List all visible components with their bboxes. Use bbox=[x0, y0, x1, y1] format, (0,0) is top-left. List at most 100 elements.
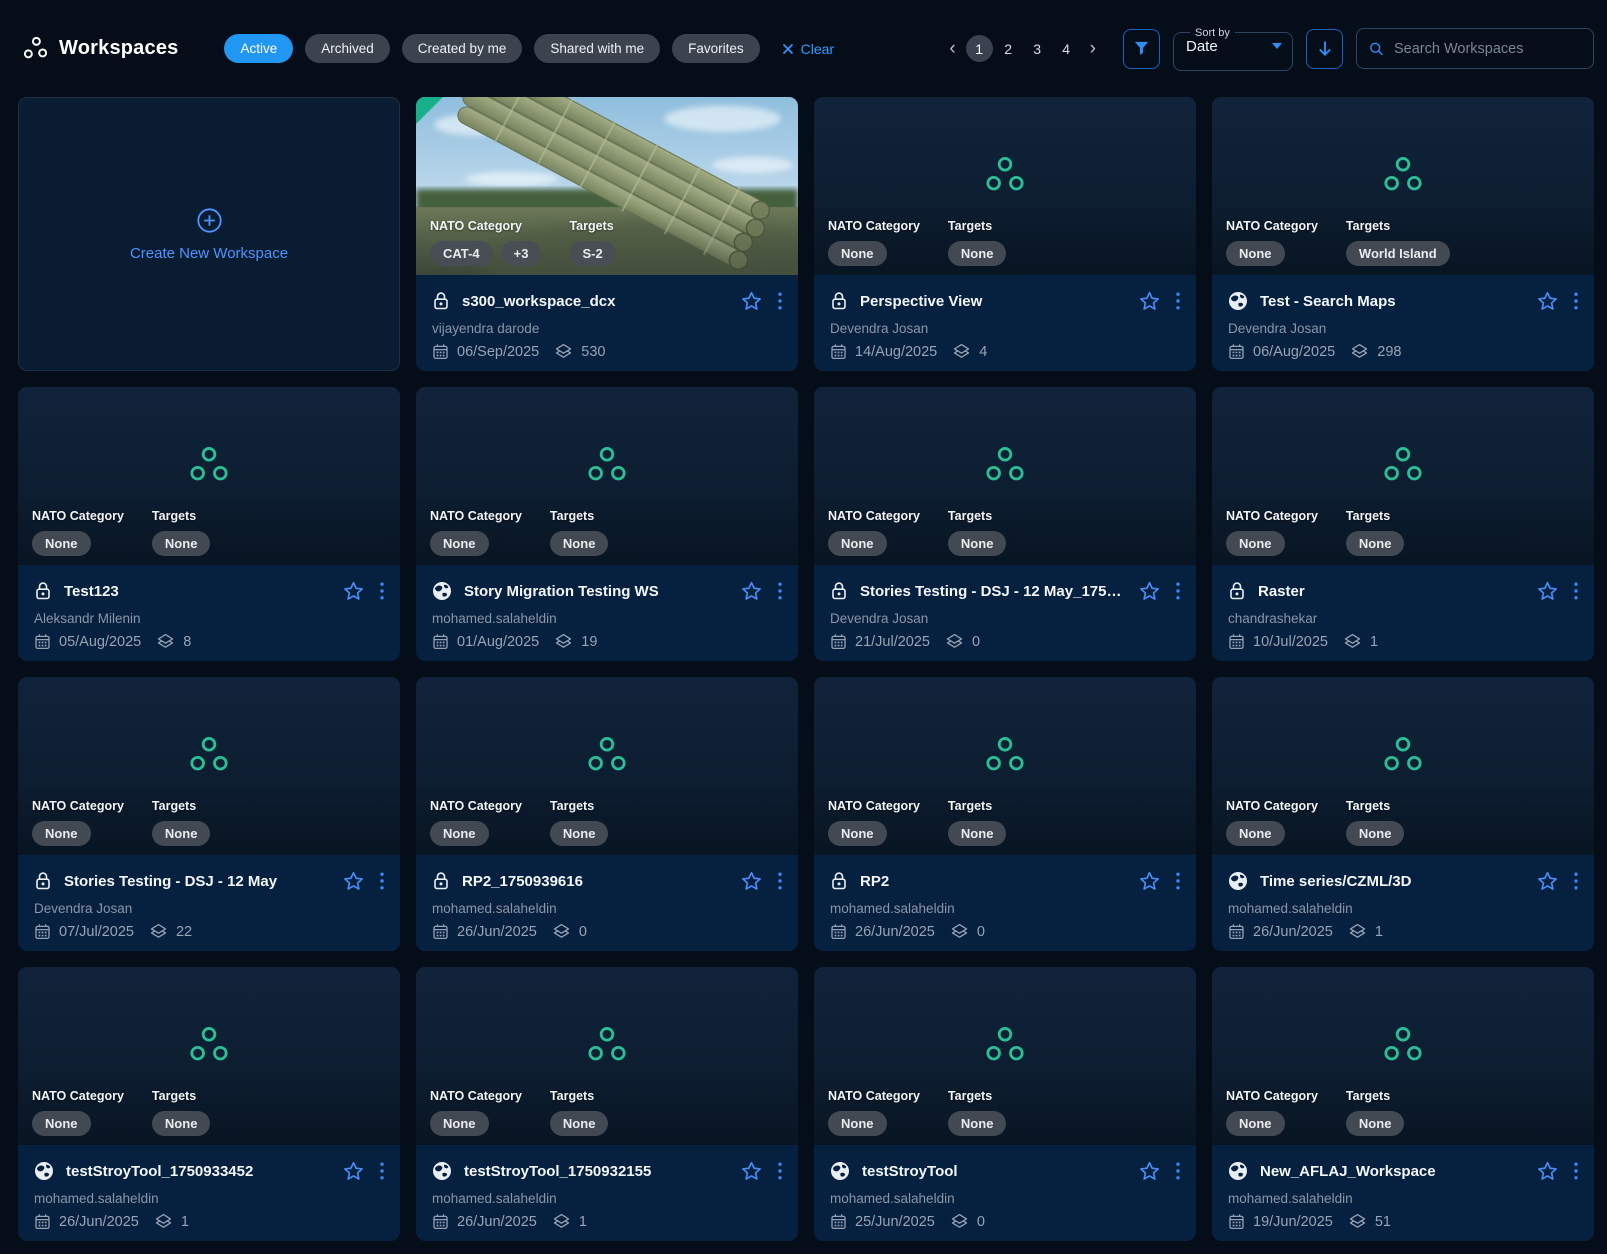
workspace-logo-watermark bbox=[189, 735, 230, 772]
workspace-preview: NATO Category None Targets None bbox=[1212, 967, 1594, 1145]
filter-pill-favorites[interactable]: Favorites bbox=[672, 34, 760, 64]
layers-stack-icon bbox=[1348, 923, 1367, 940]
workspace-card[interactable]: NATO Category None Targets None bbox=[1212, 677, 1594, 951]
workspace-card-footer: Stories Testing - DSJ - 12 May Devendra … bbox=[18, 855, 400, 940]
workspace-card[interactable]: NATO Category None Targets None bbox=[814, 967, 1196, 1241]
page-button-4[interactable]: 4 bbox=[1053, 35, 1080, 62]
kebab-menu-button[interactable] bbox=[1572, 290, 1580, 312]
workspace-card-footer: Perspective View Devendra Josan bbox=[814, 275, 1196, 360]
kebab-menu-button[interactable] bbox=[776, 870, 784, 892]
lock-icon bbox=[432, 291, 450, 311]
filter-pill-created-by-me[interactable]: Created by me bbox=[402, 34, 523, 64]
preview-badges: NATO Category None Targets World Island bbox=[1226, 219, 1450, 266]
workspace-card[interactable]: NATO Category None Targets None bbox=[814, 97, 1196, 371]
kebab-menu-button[interactable] bbox=[1174, 1160, 1182, 1182]
nato-badges: None bbox=[828, 1111, 920, 1136]
workspace-card[interactable]: NATO Category None Targets None bbox=[18, 387, 400, 661]
filter-pill-shared-with-me[interactable]: Shared with me bbox=[534, 34, 660, 64]
workspace-card[interactable]: NATO Category None Targets World Island bbox=[1212, 97, 1594, 371]
favorite-star-button[interactable] bbox=[341, 869, 366, 893]
workspace-card[interactable]: NATO Category None Targets None bbox=[1212, 387, 1594, 661]
target-badges: None bbox=[550, 1111, 609, 1136]
globe-icon bbox=[1228, 871, 1248, 891]
kebab-menu-button[interactable] bbox=[1174, 290, 1182, 312]
workspace-card[interactable]: NATO Category None Targets None bbox=[416, 967, 798, 1241]
nato-badges: None bbox=[430, 821, 522, 846]
kebab-menu-button[interactable] bbox=[378, 1160, 386, 1182]
favorite-star-button[interactable] bbox=[1535, 869, 1560, 893]
nato-badge: None bbox=[32, 1111, 91, 1136]
clear-filters-button[interactable]: Clear bbox=[782, 41, 834, 57]
favorite-star-button[interactable] bbox=[739, 869, 764, 893]
favorite-star-button[interactable] bbox=[1137, 579, 1162, 603]
target-badges: None bbox=[152, 531, 211, 556]
chevron-left-icon[interactable]: ‹ bbox=[943, 39, 961, 58]
page-button-2[interactable]: 2 bbox=[995, 35, 1022, 62]
favorite-star-button[interactable] bbox=[739, 1159, 764, 1183]
preview-badges: NATO Category None Targets None bbox=[828, 219, 1006, 266]
kebab-menu-button[interactable] bbox=[776, 1160, 784, 1182]
favorite-star-button[interactable] bbox=[1137, 289, 1162, 313]
target-badge: World Island bbox=[1346, 241, 1450, 266]
workspace-card[interactable]: NATO Category None Targets None bbox=[416, 387, 798, 661]
kebab-menu-button[interactable] bbox=[1174, 580, 1182, 602]
workspace-title: RP2_1750939616 bbox=[462, 873, 727, 890]
nato-category-label: NATO Category bbox=[1226, 799, 1318, 813]
workspace-date: 14/Aug/2025 bbox=[855, 344, 937, 360]
kebab-menu-button[interactable] bbox=[1572, 580, 1580, 602]
kebab-menu-button[interactable] bbox=[378, 580, 386, 602]
top-bar: Workspaces ActiveArchivedCreated by meSh… bbox=[0, 0, 1607, 97]
layer-count: 0 bbox=[972, 634, 980, 650]
workspace-card[interactable]: NATO Category CAT-4+3 Targets S-2 bbox=[416, 97, 798, 371]
filter-button[interactable] bbox=[1123, 29, 1160, 69]
nato-badges: CAT-4+3 bbox=[430, 241, 541, 266]
favorite-star-button[interactable] bbox=[341, 579, 366, 603]
chevron-right-icon[interactable]: › bbox=[1084, 39, 1102, 58]
favorite-star-button[interactable] bbox=[1535, 1159, 1560, 1183]
kebab-menu-button[interactable] bbox=[1174, 870, 1182, 892]
workspace-date: 25/Jun/2025 bbox=[855, 1214, 935, 1230]
layer-count: 1 bbox=[181, 1214, 189, 1230]
create-new-workspace-card[interactable]: Create New Workspace bbox=[18, 97, 400, 371]
workspace-author: mohamed.salaheldin bbox=[432, 611, 784, 626]
favorite-star-button[interactable] bbox=[341, 1159, 366, 1183]
favorite-star-button[interactable] bbox=[1137, 1159, 1162, 1183]
kebab-menu-button[interactable] bbox=[1572, 1160, 1580, 1182]
favorite-star-button[interactable] bbox=[1535, 289, 1560, 313]
layers-stack-icon bbox=[950, 923, 969, 940]
preview-badges: NATO Category None Targets None bbox=[828, 1089, 1006, 1136]
workspace-card[interactable]: NATO Category None Targets None bbox=[814, 677, 1196, 951]
filter-pill-active[interactable]: Active bbox=[224, 34, 293, 64]
workspace-card[interactable]: NATO Category None Targets None bbox=[814, 387, 1196, 661]
sort-direction-button[interactable] bbox=[1306, 29, 1343, 69]
workspace-preview: NATO Category None Targets None bbox=[416, 677, 798, 855]
search-input[interactable] bbox=[1394, 41, 1581, 57]
targets-label: Targets bbox=[152, 1089, 211, 1103]
favorite-star-button[interactable] bbox=[739, 289, 764, 313]
workspace-card[interactable]: NATO Category None Targets None bbox=[1212, 967, 1594, 1241]
kebab-menu-button[interactable] bbox=[378, 870, 386, 892]
lock-icon bbox=[830, 581, 848, 601]
preview-badges: NATO Category None Targets None bbox=[430, 509, 608, 556]
page-button-1[interactable]: 1 bbox=[966, 35, 993, 62]
workspace-card[interactable]: NATO Category None Targets None bbox=[18, 967, 400, 1241]
calendar-icon bbox=[432, 343, 449, 360]
target-badge: None bbox=[550, 1111, 609, 1136]
preview-badges: NATO Category None Targets None bbox=[828, 799, 1006, 846]
nato-badge: None bbox=[430, 1111, 489, 1136]
kebab-menu-button[interactable] bbox=[776, 580, 784, 602]
nato-badges: None bbox=[32, 1111, 124, 1136]
sort-by-select[interactable]: Sort by Date bbox=[1173, 27, 1293, 71]
favorite-star-button[interactable] bbox=[1535, 579, 1560, 603]
workspace-card[interactable]: NATO Category None Targets None bbox=[416, 677, 798, 951]
workspace-card[interactable]: NATO Category None Targets None bbox=[18, 677, 400, 951]
target-badges: None bbox=[948, 241, 1007, 266]
kebab-menu-button[interactable] bbox=[1572, 870, 1580, 892]
workspace-title: RP2 bbox=[860, 873, 1125, 890]
page-button-3[interactable]: 3 bbox=[1024, 35, 1051, 62]
nato-badge: +3 bbox=[501, 241, 542, 266]
favorite-star-button[interactable] bbox=[739, 579, 764, 603]
kebab-menu-button[interactable] bbox=[776, 290, 784, 312]
favorite-star-button[interactable] bbox=[1137, 869, 1162, 893]
filter-pill-archived[interactable]: Archived bbox=[305, 34, 390, 64]
